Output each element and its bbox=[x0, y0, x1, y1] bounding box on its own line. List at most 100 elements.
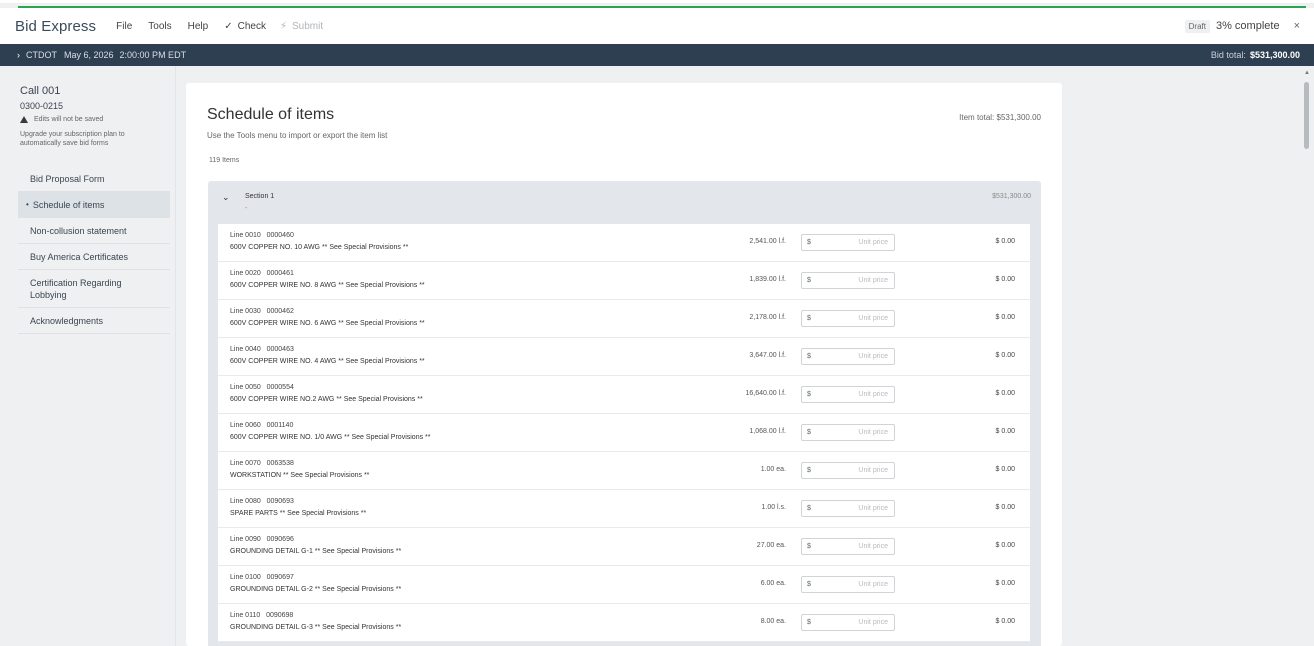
scroll-up-icon[interactable]: ▲ bbox=[1304, 70, 1310, 76]
nav-schedule-of-items[interactable]: • Schedule of items bbox=[18, 192, 170, 218]
line-number: Line 0050 0000554 bbox=[230, 384, 294, 391]
unit-price-placeholder: Unit price bbox=[858, 429, 888, 436]
page-subtitle: Use the Tools menu to import or export t… bbox=[207, 131, 388, 140]
item-description: GROUNDING DETAIL G-1 ** See Special Prov… bbox=[230, 548, 402, 555]
item-description: 600V COPPER WIRE NO. 6 AWG ** See Specia… bbox=[230, 320, 425, 327]
unit-price-input[interactable]: $ Unit price bbox=[801, 614, 895, 631]
menu-file[interactable]: File bbox=[116, 21, 132, 32]
item-quantity: 1.00 l.s. bbox=[761, 504, 786, 511]
agency-name: CTDOT bbox=[26, 50, 57, 60]
top-accent bbox=[0, 0, 1314, 8]
line-number: Line 0030 0000462 bbox=[230, 308, 294, 315]
table-row: Line 0110 0090698 GROUNDING DETAIL G-3 **… bbox=[218, 604, 1030, 642]
currency-symbol: $ bbox=[807, 239, 811, 246]
line-number: Line 0020 0000461 bbox=[230, 270, 294, 277]
unit-price-placeholder: Unit price bbox=[858, 619, 888, 626]
currency-symbol: $ bbox=[807, 429, 811, 436]
table-row: Line 0030 0000462 600V COPPER WIRE NO. 6 … bbox=[218, 300, 1030, 338]
line-number: Line 0080 0090693 bbox=[230, 498, 294, 505]
section-header[interactable]: ⌄ Section 1 - $531,300.00 bbox=[208, 181, 1041, 221]
menu-tools[interactable]: Tools bbox=[148, 21, 171, 32]
extended-amount: $ 0.00 bbox=[995, 504, 1015, 511]
unit-price-input[interactable]: $ Unit price bbox=[801, 576, 895, 593]
nav-label: Non-collusion statement bbox=[30, 225, 127, 236]
unit-price-input[interactable]: $ Unit price bbox=[801, 348, 895, 365]
letting-date: May 6, 2026 bbox=[64, 50, 114, 60]
item-description: 600V COPPER NO. 10 AWG ** See Special Pr… bbox=[230, 244, 409, 251]
save-warning: Edits will not be saved bbox=[20, 116, 103, 123]
table-row: Line 0020 0000461 600V COPPER WIRE NO. 8 … bbox=[218, 262, 1030, 300]
nav-buy-america-certificates[interactable]: Buy America Certificates bbox=[18, 244, 170, 270]
currency-symbol: $ bbox=[807, 391, 811, 398]
unit-price-input[interactable]: $ Unit price bbox=[801, 310, 895, 327]
nav-acknowledgments[interactable]: Acknowledgments bbox=[18, 308, 170, 334]
extended-amount: $ 0.00 bbox=[995, 352, 1015, 359]
extended-amount: $ 0.00 bbox=[995, 618, 1015, 625]
extended-amount: $ 0.00 bbox=[995, 390, 1015, 397]
item-quantity: 8.00 ea. bbox=[760, 618, 786, 625]
extended-amount: $ 0.00 bbox=[995, 276, 1015, 283]
nav-label: Certification Regarding Lobbying bbox=[30, 277, 122, 300]
check-button[interactable]: ✓ Check bbox=[224, 21, 266, 32]
unit-price-input[interactable]: $ Unit price bbox=[801, 462, 895, 479]
close-icon[interactable]: × bbox=[1294, 20, 1300, 32]
nav-certification-lobbying[interactable]: Certification Regarding Lobbying bbox=[18, 270, 170, 308]
section-group: ⌄ Section 1 - $531,300.00 Line 0010 0000… bbox=[208, 181, 1041, 646]
scroll-thumb[interactable] bbox=[1304, 82, 1309, 149]
unit-price-input[interactable]: $ Unit price bbox=[801, 424, 895, 441]
active-dot-icon: • bbox=[26, 200, 29, 209]
bid-total: Bid total: $531,300.00 bbox=[1211, 44, 1300, 66]
item-quantity: 1.00 ea. bbox=[760, 466, 786, 473]
unit-price-input[interactable]: $ Unit price bbox=[801, 234, 895, 251]
unit-price-input[interactable]: $ Unit price bbox=[801, 272, 895, 289]
item-quantity: 27.00 ea. bbox=[756, 542, 786, 549]
nav-bid-proposal-form[interactable]: Bid Proposal Form bbox=[18, 166, 170, 192]
letting-time: 2:00:00 PM EDT bbox=[119, 50, 187, 60]
item-description: GROUNDING DETAIL G-3 ** See Special Prov… bbox=[230, 624, 402, 631]
bid-total-value: $531,300.00 bbox=[1249, 50, 1300, 60]
page-title: Schedule of items bbox=[207, 106, 335, 123]
brand-logo: Bid Express bbox=[15, 17, 97, 35]
menu-bar: Bid Express File Tools Help ✓ Check ⚡ Su… bbox=[0, 8, 1314, 44]
nav-non-collusion-statement[interactable]: Non-collusion statement bbox=[18, 218, 170, 244]
line-number: Line 0110 0090698 bbox=[230, 612, 294, 619]
schedule-panel: Schedule of items Use the Tools menu to … bbox=[186, 83, 1062, 646]
upgrade-notice: Upgrade your subscription plan to automa… bbox=[20, 131, 125, 147]
extended-amount: $ 0.00 bbox=[995, 542, 1015, 549]
lightning-icon: ⚡ bbox=[279, 20, 287, 32]
menu-help[interactable]: Help bbox=[188, 21, 209, 32]
unit-price-placeholder: Unit price bbox=[858, 277, 888, 284]
form-nav: Bid Proposal Form • Schedule of items Non… bbox=[18, 166, 170, 334]
currency-symbol: $ bbox=[807, 353, 811, 360]
bid-total-label: Bid total: bbox=[1210, 50, 1246, 60]
call-id: 0300-0215 bbox=[20, 101, 64, 111]
item-description: SPARE PARTS ** See Special Provisions ** bbox=[230, 510, 367, 517]
unit-price-input[interactable]: $ Unit price bbox=[801, 538, 895, 555]
item-quantity: 6.00 ea. bbox=[760, 580, 786, 587]
item-quantity: 1,839.00 l.f. bbox=[749, 276, 786, 283]
currency-symbol: $ bbox=[807, 467, 811, 474]
check-label: Check bbox=[237, 20, 266, 32]
table-row: Line 0050 0000554 600V COPPER WIRE NO.2 A… bbox=[218, 376, 1030, 414]
draft-badge: Draft bbox=[1184, 19, 1210, 33]
chevron-right-icon[interactable]: › bbox=[17, 50, 20, 60]
item-list: Line 0010 0000460 600V COPPER NO. 10 AWG … bbox=[218, 224, 1030, 642]
item-description: WORKSTATION ** See Special Provisions ** bbox=[230, 472, 370, 479]
item-quantity: 1,068.00 l.f. bbox=[749, 428, 786, 435]
item-quantity: 16,640.00 l.f. bbox=[745, 390, 786, 397]
submit-button[interactable]: ⚡ Submit bbox=[280, 21, 323, 32]
chevron-down-icon[interactable]: ⌄ bbox=[222, 192, 230, 203]
unit-price-input[interactable]: $ Unit price bbox=[801, 500, 895, 517]
item-total: Item total: $531,300.00 bbox=[959, 113, 1041, 122]
item-quantity: 2,541.00 l.f. bbox=[749, 238, 786, 245]
nav-label: Buy America Certificates bbox=[30, 251, 129, 262]
unit-price-input[interactable]: $ Unit price bbox=[801, 386, 895, 403]
sidebar: Call 001 0300-0215 Edits will not be sav… bbox=[0, 66, 176, 646]
item-quantity: 3,647.00 l.f. bbox=[749, 352, 786, 359]
call-title: Call 001 bbox=[20, 85, 61, 97]
item-description: 600V COPPER WIRE NO. 1/0 AWG ** See Spec… bbox=[230, 434, 431, 441]
status-area: Draft 3% complete × bbox=[1184, 8, 1300, 44]
extended-amount: $ 0.00 bbox=[995, 314, 1015, 321]
page-scrollbar[interactable]: ▲ bbox=[1304, 70, 1310, 646]
completion-status: 3% complete bbox=[1215, 20, 1280, 32]
